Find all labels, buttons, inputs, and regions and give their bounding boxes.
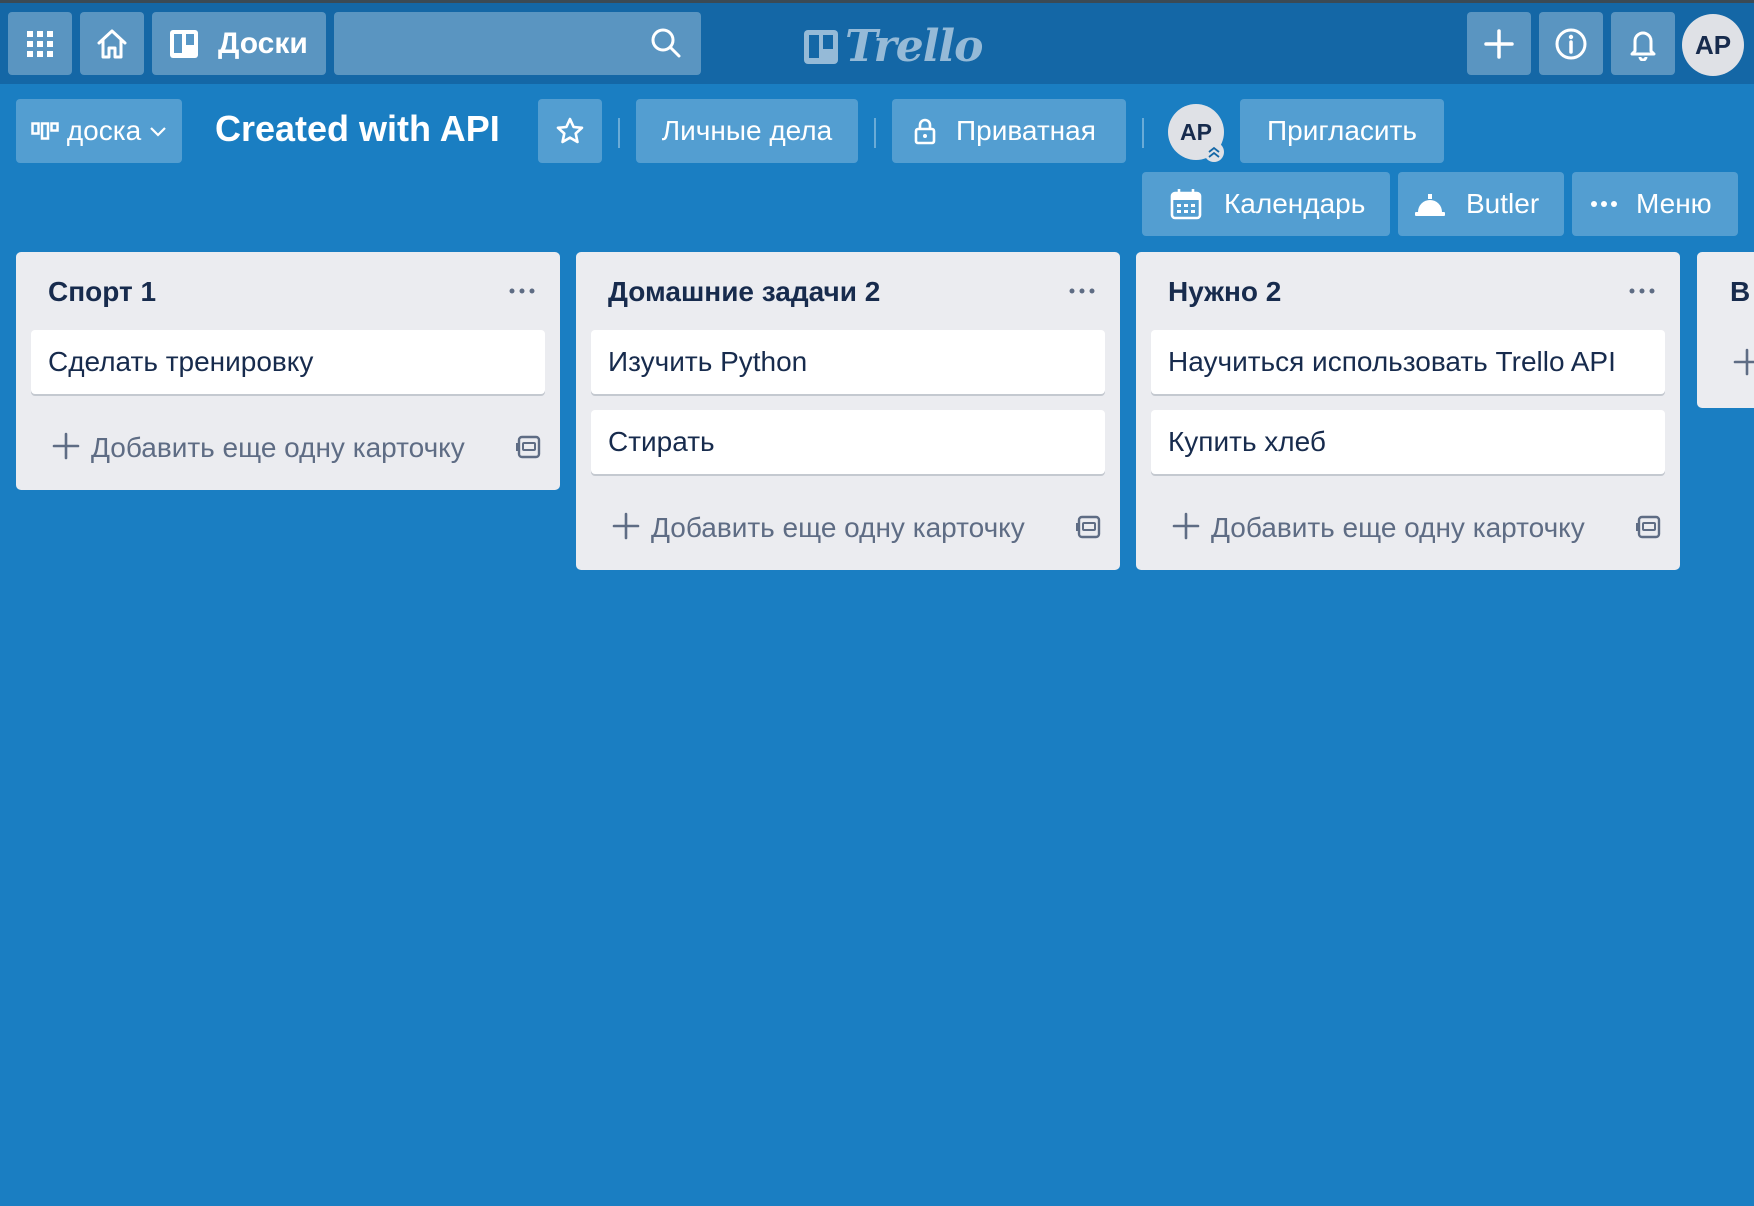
more-dots-icon	[1591, 201, 1617, 207]
card-title: Купить хлеб	[1168, 426, 1326, 457]
plus-icon	[1484, 28, 1514, 59]
list-header: Спорт 1	[16, 252, 560, 330]
list-title[interactable]: Нужно 2	[1168, 276, 1281, 308]
card[interactable]: Купить хлеб	[1151, 410, 1665, 474]
info-icon	[1555, 28, 1587, 59]
list-menu-icon[interactable]	[1628, 287, 1656, 295]
admin-badge	[1204, 142, 1224, 162]
team-label: Личные дела	[661, 115, 833, 146]
list: Домашние задачи 2 Изучить Python Стирать…	[576, 252, 1120, 570]
plus-icon	[612, 512, 640, 540]
add-card-label: Добавить еще одну карточку	[1211, 512, 1585, 543]
double-chevron-up-icon	[1208, 146, 1220, 158]
header-divider	[618, 118, 620, 148]
chevron-down-icon	[150, 127, 166, 137]
add-card-button[interactable]: Добавить еще одну карточку	[576, 490, 1120, 570]
add-card-button[interactable]: Добавить еще одну карточку	[16, 410, 560, 490]
notifications-button[interactable]	[1611, 12, 1675, 75]
star-icon	[556, 117, 584, 144]
card-template-icon[interactable]	[1636, 514, 1662, 540]
search-input[interactable]	[334, 12, 676, 75]
butler-bell-icon	[1415, 194, 1445, 216]
home-icon	[97, 29, 127, 58]
header-divider	[874, 118, 876, 148]
butler-label: Butler	[1466, 188, 1540, 219]
lock-icon	[914, 118, 936, 145]
plus-icon	[52, 432, 80, 460]
card[interactable]: Научиться использовать Trello API	[1151, 330, 1665, 394]
board-switcher-button[interactable]: доска	[16, 99, 182, 163]
grid-icon	[27, 30, 53, 57]
card-title: Научиться использовать Trello API	[1168, 346, 1616, 377]
card-template-icon[interactable]	[1076, 514, 1102, 540]
boards-label: Доски	[218, 26, 308, 60]
search-field[interactable]	[334, 12, 701, 75]
star-board-button[interactable]	[538, 99, 602, 163]
invite-label: Пригласить	[1267, 115, 1417, 146]
list-menu-icon[interactable]	[1068, 287, 1096, 295]
plus-icon	[1172, 512, 1200, 540]
header-divider	[1142, 118, 1144, 148]
board-icon	[170, 29, 198, 58]
add-card-label: Добавить еще одну карточку	[91, 432, 465, 463]
card-template-icon[interactable]	[516, 434, 542, 460]
board-view-icon	[31, 122, 59, 140]
card[interactable]: Стирать	[591, 410, 1105, 474]
visibility-button[interactable]: Приватная	[892, 99, 1126, 163]
list-title[interactable]: Домашние задачи 2	[608, 276, 880, 308]
card-title: Стирать	[608, 426, 715, 457]
card[interactable]: Сделать тренировку	[31, 330, 545, 394]
list-header: Нужно 2	[1136, 252, 1680, 330]
list-title[interactable]: Спорт 1	[48, 276, 156, 308]
create-button[interactable]	[1467, 12, 1531, 75]
butler-button[interactable]: Butler	[1398, 172, 1564, 236]
calendar-button[interactable]: Календарь	[1142, 172, 1390, 236]
board-menu-label: Меню	[1636, 188, 1712, 219]
list-title[interactable]: В	[1730, 276, 1750, 308]
top-nav-bar: Доски Trello AP	[0, 3, 1754, 84]
trello-logo-icon	[804, 29, 838, 64]
bell-icon	[1630, 31, 1656, 61]
list-partial: В	[1697, 252, 1754, 408]
list-header: Домашние задачи 2	[576, 252, 1120, 330]
add-card-label: Добавить еще одну карточку	[651, 512, 1025, 543]
card[interactable]: Изучить Python	[591, 330, 1105, 394]
team-button[interactable]: Личные дела	[636, 99, 858, 163]
board-title[interactable]: Created with API	[215, 108, 500, 150]
search-icon[interactable]	[649, 26, 683, 60]
calendar-icon	[1170, 189, 1202, 220]
boards-button[interactable]: Доски	[152, 12, 326, 75]
trello-logo-text: Trello	[845, 21, 983, 72]
card-title: Изучить Python	[608, 346, 808, 377]
list-menu-icon[interactable]	[508, 287, 536, 295]
trello-logo[interactable]: Trello	[803, 21, 983, 72]
board-switcher-label: доска	[66, 115, 142, 146]
card-title: Сделать тренировку	[48, 346, 314, 377]
list: Нужно 2 Научиться использовать Trello AP…	[1136, 252, 1680, 570]
list: Спорт 1 Сделать тренировку Добавить еще …	[16, 252, 560, 490]
info-button[interactable]	[1539, 12, 1603, 75]
invite-button[interactable]: Пригласить	[1240, 99, 1444, 163]
calendar-label: Календарь	[1224, 188, 1366, 219]
visibility-label: Приватная	[956, 115, 1096, 146]
board-menu-button[interactable]: Меню	[1572, 172, 1738, 236]
add-card-button[interactable]: Добавить еще одну карточку	[1136, 490, 1680, 570]
plus-icon[interactable]	[1733, 348, 1754, 376]
apps-menu-button[interactable]	[8, 12, 72, 75]
user-avatar[interactable]: AP	[1682, 14, 1744, 76]
home-button[interactable]	[80, 12, 144, 75]
